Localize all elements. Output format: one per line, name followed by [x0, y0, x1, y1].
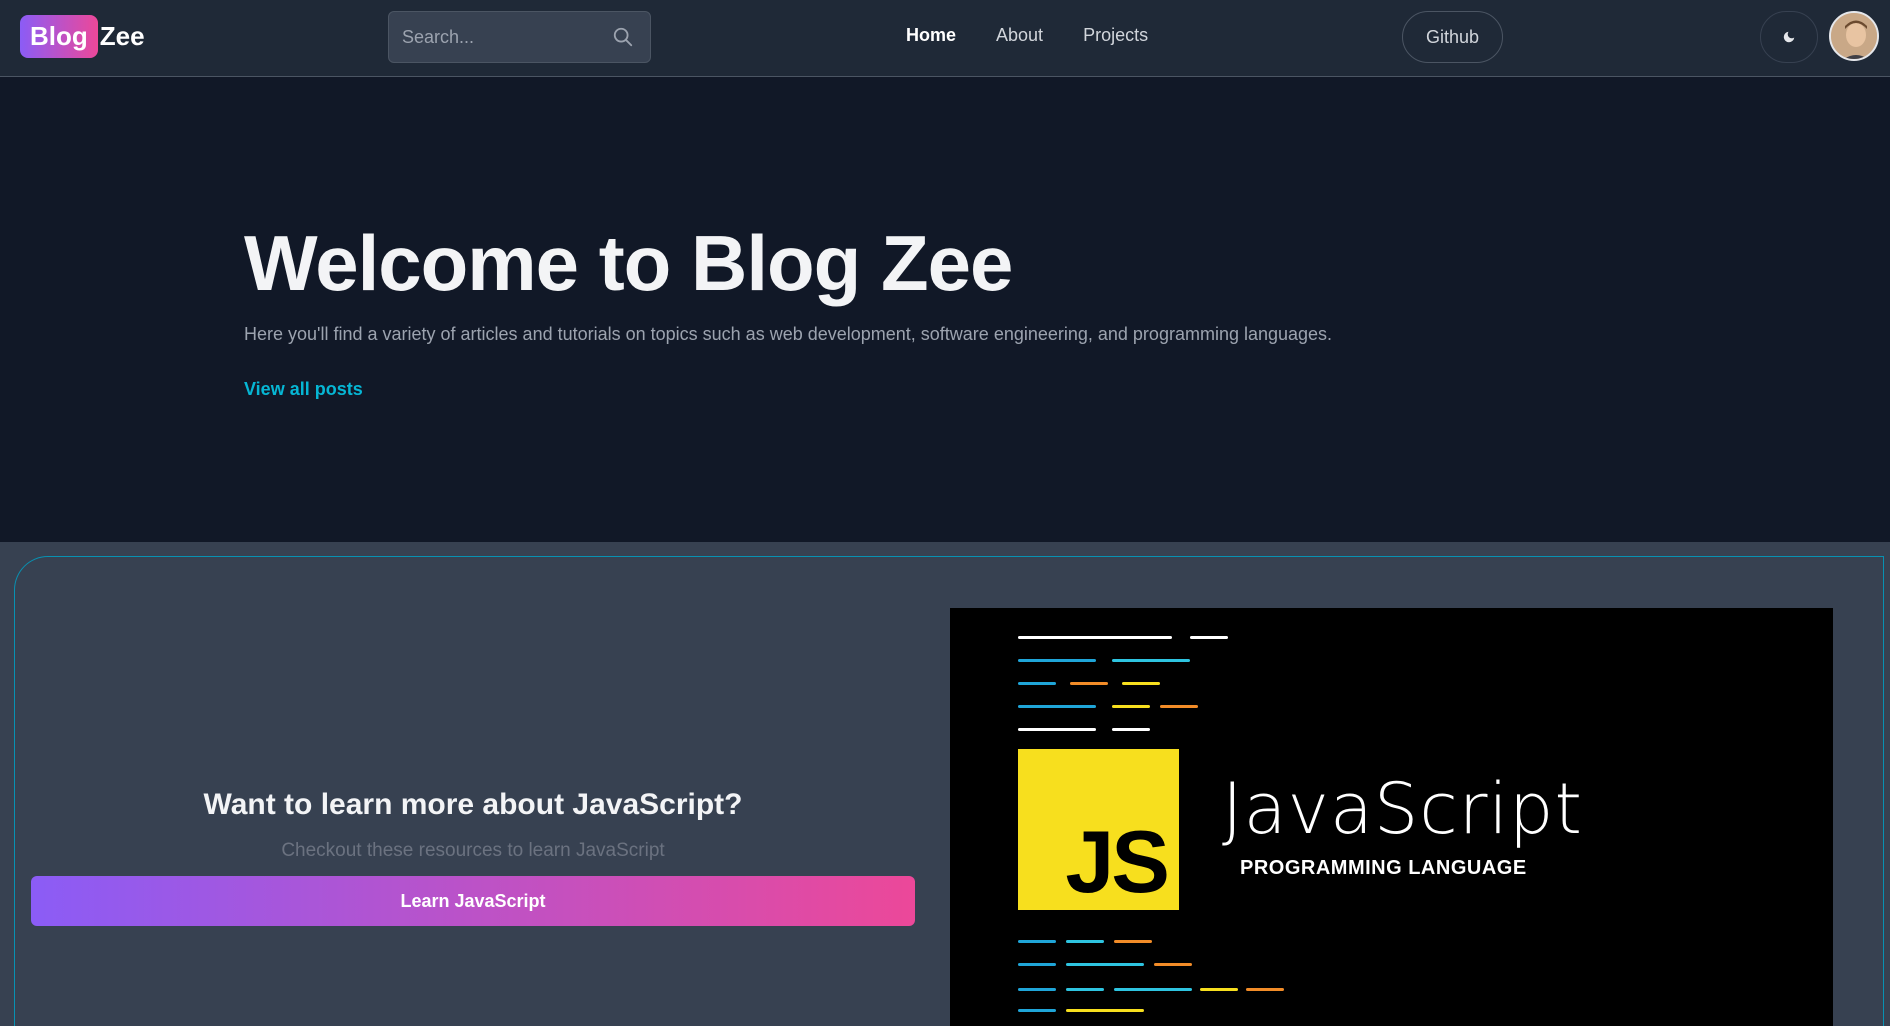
- learn-javascript-button[interactable]: Learn JavaScript: [31, 876, 915, 926]
- hero-section: Welcome to Blog Zee Here you'll find a v…: [0, 78, 1890, 542]
- promo-title: Want to learn more about JavaScript?: [203, 788, 743, 821]
- code-line: [1112, 659, 1190, 662]
- code-line: [1018, 682, 1056, 685]
- logo-zee-text: Zee: [99, 21, 145, 51]
- code-line: [1160, 705, 1198, 708]
- code-line: [1018, 988, 1056, 991]
- code-line: [1018, 636, 1172, 639]
- moon-icon: [1783, 31, 1795, 43]
- code-line: [1066, 1009, 1144, 1012]
- code-line: [1018, 728, 1096, 731]
- code-line: [1070, 682, 1108, 685]
- navbar: Blog Zee Home About Projects Github: [0, 0, 1890, 77]
- code-line: [1246, 988, 1284, 991]
- js-logo-text: JS: [1065, 812, 1170, 911]
- code-line: [1154, 963, 1192, 966]
- github-button[interactable]: Github: [1402, 11, 1503, 63]
- nav-about[interactable]: About: [996, 25, 1043, 46]
- code-line: [1018, 659, 1096, 662]
- theme-toggle-button[interactable]: [1760, 11, 1818, 63]
- nav-projects[interactable]: Projects: [1083, 25, 1148, 46]
- hero-title: Welcome to Blog Zee: [244, 219, 1013, 307]
- promo-subtitle: Checkout these resources to learn JavaSc…: [281, 840, 665, 861]
- nav-home[interactable]: Home: [906, 25, 956, 46]
- avatar-image: [1831, 13, 1877, 59]
- code-line: [1066, 940, 1104, 943]
- code-line: [1112, 705, 1150, 708]
- site-logo[interactable]: Blog Zee: [20, 15, 145, 58]
- view-all-posts-link[interactable]: View all posts: [244, 379, 363, 400]
- code-line: [1190, 636, 1228, 639]
- code-line: [1200, 988, 1238, 991]
- js-logo-square: JS: [1018, 749, 1179, 910]
- code-line: [1066, 988, 1104, 991]
- main-nav: Home About Projects: [906, 25, 1148, 46]
- hero-subtitle: Here you'll find a variety of articles a…: [244, 324, 1333, 344]
- code-line: [1018, 940, 1056, 943]
- search-input[interactable]: [389, 12, 599, 62]
- search-box: [388, 11, 651, 63]
- code-line: [1018, 963, 1056, 966]
- javascript-banner-image: JS JavaScript PROGRAMMING LANGUAGE: [950, 608, 1833, 1026]
- logo-blog-badge: Blog: [20, 15, 98, 58]
- code-line: [1122, 682, 1160, 685]
- code-line: [1066, 963, 1144, 966]
- code-line: [1114, 940, 1152, 943]
- javascript-wordmark: JavaScript: [1222, 768, 1583, 850]
- code-line: [1114, 988, 1192, 991]
- code-line: [1112, 728, 1150, 731]
- code-line: [1018, 1009, 1056, 1012]
- code-line: [1018, 705, 1096, 708]
- search-icon[interactable]: [612, 26, 634, 48]
- programming-language-tagline: PROGRAMMING LANGUAGE: [1240, 857, 1527, 879]
- avatar[interactable]: [1829, 11, 1879, 61]
